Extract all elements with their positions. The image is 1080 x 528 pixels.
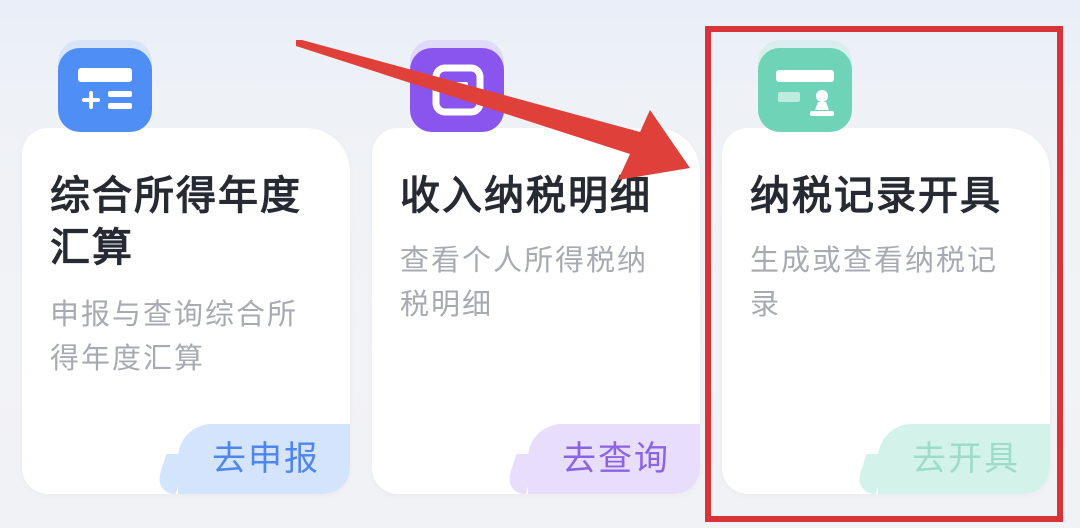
highlight-annotation-box <box>705 26 1063 522</box>
card-title: 综合所得年度汇算 <box>50 173 302 271</box>
tax-form-plus-icon <box>58 48 152 132</box>
declare-button[interactable]: 去申报 <box>178 424 350 494</box>
card-description: 查看个人所得税纳税明细 <box>400 243 649 321</box>
card-description: 申报与查询综合所得年度汇算 <box>50 297 299 375</box>
document-detail-icon <box>410 48 504 132</box>
card-annual-tax-settlement[interactable]: 综合所得年度汇算 申报与查询综合所得年度汇算 去申报 <box>22 128 350 494</box>
query-button[interactable]: 去查询 <box>528 424 700 494</box>
card-income-tax-details[interactable]: 收入纳税明细 查看个人所得税纳税明细 去查询 <box>372 128 700 494</box>
card-title: 收入纳税明细 <box>400 173 652 219</box>
